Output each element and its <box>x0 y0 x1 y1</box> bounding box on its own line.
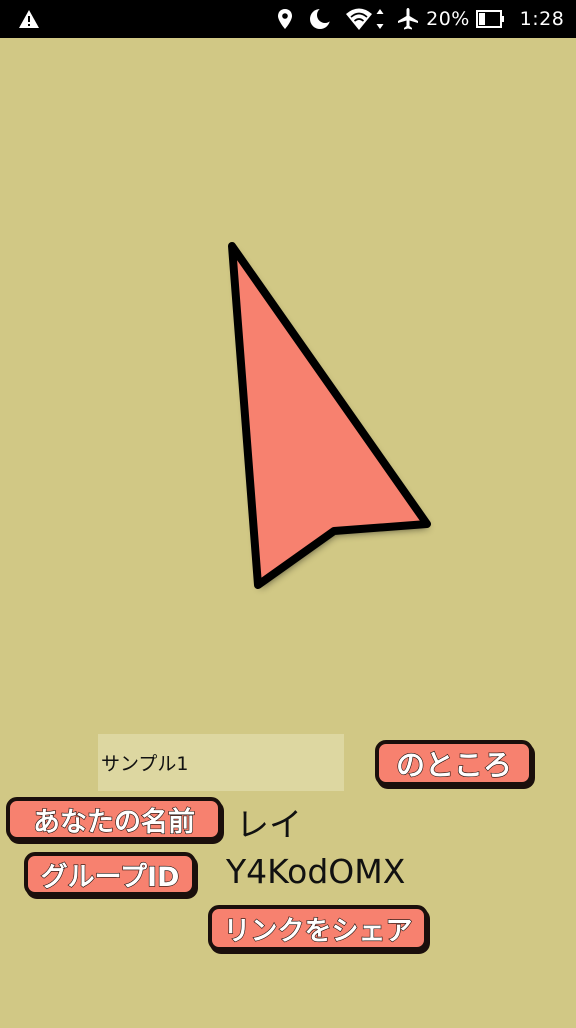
location-suffix-label: のところ <box>375 740 533 786</box>
clock: 1:28 <box>519 8 565 30</box>
group-id-label: グループID <box>24 852 196 896</box>
battery-icon <box>474 0 508 38</box>
status-bar: 20% 1:28 <box>0 0 576 38</box>
group-id-value[interactable]: Y4KodOMX <box>226 852 405 891</box>
moon-icon <box>306 0 334 38</box>
place-name-input[interactable] <box>98 734 344 791</box>
your-name-value[interactable]: レイ <box>236 798 302 846</box>
wifi-icon <box>343 0 387 38</box>
your-name-label: あなたの名前 <box>6 797 222 841</box>
warning-icon <box>16 0 42 38</box>
airplane-icon <box>394 0 422 38</box>
location-icon <box>275 0 295 38</box>
battery-percent: 20% <box>426 8 470 30</box>
share-link-button[interactable]: リンクをシェア <box>208 905 428 951</box>
